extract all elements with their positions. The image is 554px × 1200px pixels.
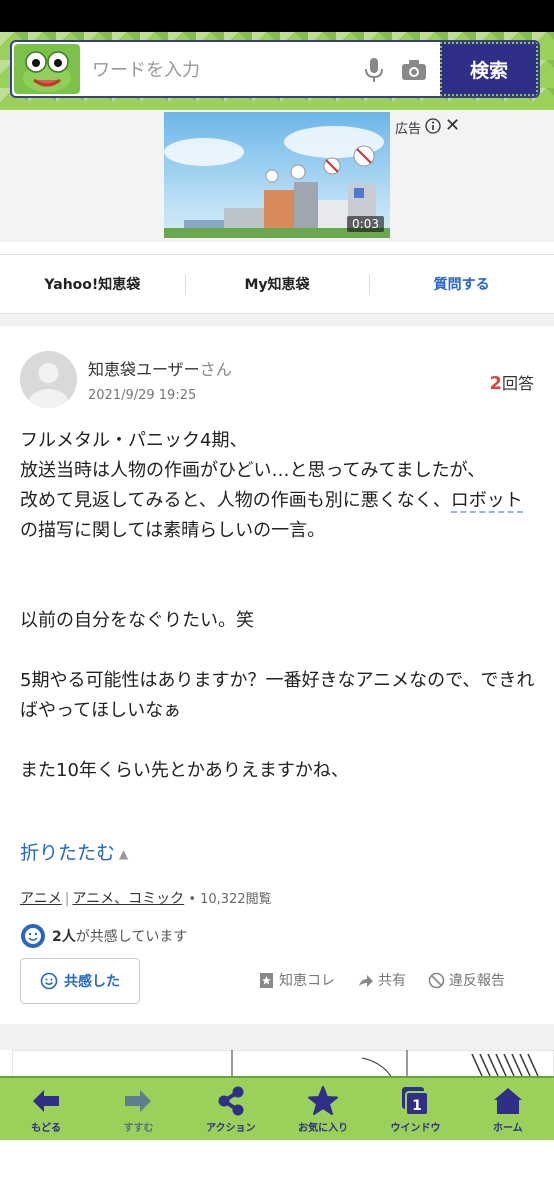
body-text-part1: フルメタル・パニック4期、 放送当時は人物の作画がひどい…と思ってみてましたが、… <box>20 430 486 511</box>
collapse-triangle-icon: ▲ <box>119 846 129 861</box>
nav-back-label: もどる <box>31 1122 62 1134</box>
search-box: 検索 <box>10 40 540 98</box>
empathy-summary: 2人 が共感しています <box>20 923 187 949</box>
body-text-part2: の描写に関しては素晴らしいの一言。 以前の自分をなぐりたい。笑 5期やる可能性は… <box>20 520 535 781</box>
camera-icon[interactable] <box>400 58 428 82</box>
view-count-value: 10,322閲覧 <box>200 892 272 907</box>
star-icon <box>308 1085 339 1115</box>
chiekore-label[interactable]: 知恵コレ <box>279 970 335 990</box>
search-input[interactable] <box>92 54 352 86</box>
ad-video[interactable]: 0:03 <box>164 112 390 238</box>
post-date: 2021/9/29 19:25 <box>88 388 197 403</box>
microphone-icon[interactable] <box>362 56 386 84</box>
window-count-badge: 1 <box>413 1098 423 1114</box>
tab-yahoo-chiebukuro[interactable]: Yahoo!知恵袋 <box>0 255 185 313</box>
category-link-anime[interactable]: アニメ <box>20 891 62 907</box>
nav-forward[interactable]: すすむ <box>92 1078 184 1140</box>
prohibited-icon <box>428 972 445 988</box>
report-button[interactable]: 違反報告 <box>428 970 505 990</box>
nav-back[interactable]: もどる <box>0 1078 92 1140</box>
username-text[interactable]: 知恵袋ユーザー <box>88 360 200 379</box>
empathy-count: 2人 <box>52 929 76 945</box>
chiekore-button[interactable]: 知恵コレ <box>258 970 335 990</box>
section-divider-2 <box>0 1024 554 1050</box>
ad-label: 広告 <box>395 122 422 137</box>
answer-card: 知恵袋ユーザーさん 2021/9/29 19:25 2回答 フルメタル・パニック… <box>0 326 554 1024</box>
nav-tabs: Yahoo!知恵袋 My知恵袋 質問する <box>0 254 554 314</box>
window-icon: 1 <box>402 1086 430 1116</box>
tab-my-chiebukuro[interactable]: My知恵袋 <box>184 255 370 313</box>
share-label[interactable]: 共有 <box>378 970 406 990</box>
ad-banner: 0:03 広告 ✕ <box>0 110 554 242</box>
ad-info-icon[interactable] <box>425 118 441 134</box>
empathy-button[interactable]: 共感した <box>20 958 140 1004</box>
empathy-suffix: が共感しています <box>75 929 188 945</box>
back-arrow-icon <box>33 1089 60 1112</box>
frog-logo-icon <box>14 44 80 94</box>
category-separator: | <box>64 891 70 907</box>
nav-favorites[interactable]: お気に入り <box>277 1078 369 1140</box>
avatar <box>20 351 77 408</box>
keyword-link[interactable]: ロボット <box>450 490 523 513</box>
category-line: アニメ | アニメ、コミック • 10,322閲覧 <box>20 888 272 908</box>
nav-forward-label: すすむ <box>123 1122 154 1134</box>
share-arrow-icon <box>359 974 373 987</box>
username-honorific: さん <box>199 360 232 379</box>
smile-icon <box>40 972 58 990</box>
bottom-toolbar: もどる すすむ アクション お気に入り 1 ウインドウ ホーム <box>0 1076 554 1140</box>
status-bar <box>0 0 554 32</box>
view-count: • 10,322閲覧 <box>184 892 272 907</box>
share-icon <box>218 1086 244 1115</box>
section-divider <box>0 314 554 326</box>
empathy-smile-icon <box>21 924 45 948</box>
username[interactable]: 知恵袋ユーザーさん <box>88 356 232 380</box>
nav-window-label: ウインドウ <box>390 1122 441 1134</box>
fold-link-label[interactable]: 折りたたむ <box>20 842 115 864</box>
nav-home[interactable]: ホーム <box>462 1078 554 1140</box>
answer-count-number: 2 <box>489 373 502 394</box>
search-header: 検索 <box>0 32 554 110</box>
nav-window[interactable]: 1 ウインドウ <box>369 1078 461 1140</box>
nav-action[interactable]: アクション <box>185 1078 277 1140</box>
empathy-button-label[interactable]: 共感した <box>64 971 120 991</box>
nav-action-label: アクション <box>206 1122 256 1134</box>
ad-duration: 0:03 <box>347 216 384 232</box>
system-area <box>0 1140 554 1200</box>
bookmark-star-icon <box>260 972 273 988</box>
answer-count: 2回答 <box>489 370 534 394</box>
question-body: フルメタル・パニック4期、 放送当時は人物の作画がひどい…と思ってみてましたが、… <box>20 426 536 786</box>
tab-ask-question[interactable]: 質問する <box>369 255 554 313</box>
report-label[interactable]: 違反報告 <box>449 970 505 990</box>
home-icon <box>493 1087 522 1114</box>
category-link-anime-comic[interactable]: アニメ、コミック <box>72 891 184 907</box>
forward-arrow-icon <box>125 1089 152 1112</box>
ad-close-icon[interactable]: ✕ <box>445 117 460 135</box>
fold-link[interactable]: 折りたたむ ▲ <box>20 838 128 865</box>
answer-count-suffix: 回答 <box>501 374 534 393</box>
nav-home-label: ホーム <box>492 1122 523 1134</box>
share-button[interactable]: 共有 <box>357 970 406 990</box>
search-button[interactable]: 検索 <box>440 42 538 96</box>
nav-favorites-label: お気に入り <box>298 1122 349 1134</box>
answer-actions: 知恵コレ 共有 違反報告 <box>258 970 505 990</box>
